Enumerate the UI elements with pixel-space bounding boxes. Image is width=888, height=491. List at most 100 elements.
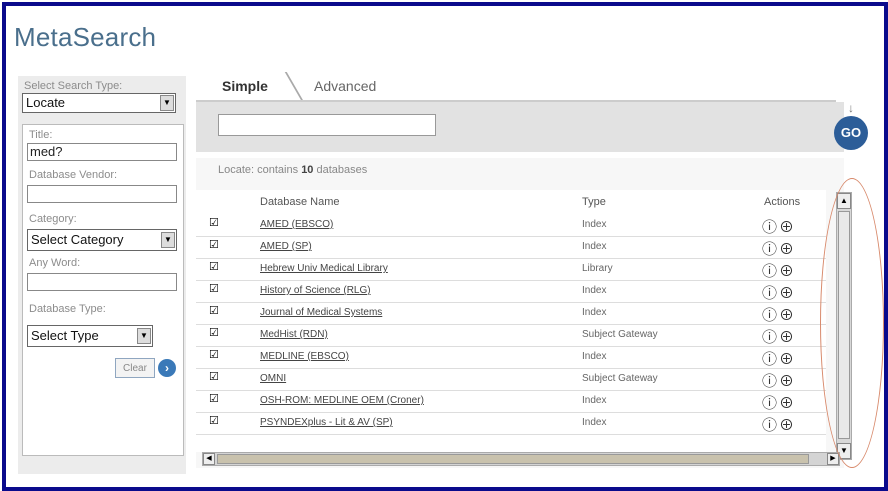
row-actions: ⓘ⊕ xyxy=(762,370,796,391)
add-icon[interactable]: ⊕ xyxy=(779,329,796,346)
info-icon[interactable]: ⓘ xyxy=(762,395,779,412)
table-row: ☑ History of Science (RLG) Index ⓘ⊕ xyxy=(196,280,826,303)
table-row: ☑ AMED (SP) Index ⓘ⊕ xyxy=(196,236,826,259)
results-panel: Locate: contains 10 databases Database N… xyxy=(196,158,844,468)
database-link[interactable]: OMNI xyxy=(260,373,286,384)
database-vendor-field[interactable] xyxy=(27,185,177,203)
category-value: Select Category xyxy=(31,232,124,247)
table-row: ☑ MEDLINE (EBSCO) Index ⓘ⊕ xyxy=(196,346,826,369)
horizontal-scroll-thumb[interactable] xyxy=(217,454,809,464)
database-link[interactable]: Hebrew Univ Medical Library xyxy=(260,263,388,274)
database-type: Index xyxy=(582,241,607,252)
database-type: Library xyxy=(582,263,613,274)
add-icon[interactable]: ⊕ xyxy=(779,219,796,236)
info-icon[interactable]: ⓘ xyxy=(762,329,779,346)
row-actions: ⓘ⊕ xyxy=(762,392,796,413)
table-row: ☑ OSH-ROM: MEDLINE OEM (Croner) Index ⓘ⊕ xyxy=(196,390,826,413)
summary-prefix: Locate: contains xyxy=(218,164,299,176)
row-checkbox[interactable]: ☑ xyxy=(209,350,220,361)
table-row: ☑ PSYNDEXplus - Lit & AV (SP) Index ⓘ⊕ xyxy=(196,412,826,435)
arrow-right-icon[interactable]: › xyxy=(158,359,176,377)
row-checkbox[interactable]: ☑ xyxy=(209,262,220,273)
scroll-left-icon[interactable]: ◀ xyxy=(203,453,215,465)
row-checkbox[interactable]: ☑ xyxy=(209,416,220,427)
table-row: ☑ AMED (EBSCO) Index ⓘ⊕ xyxy=(196,214,826,237)
database-type-value: Select Type xyxy=(31,328,99,343)
row-actions: ⓘ⊕ xyxy=(762,216,796,237)
info-icon[interactable]: ⓘ xyxy=(762,219,779,236)
search-type-label: Select Search Type: xyxy=(24,80,123,92)
database-link[interactable]: AMED (EBSCO) xyxy=(260,219,333,230)
database-type-select[interactable]: Select Type ▼ xyxy=(27,325,153,347)
row-checkbox[interactable]: ☑ xyxy=(209,240,220,251)
category-label: Category: xyxy=(29,213,77,225)
row-actions: ⓘ⊕ xyxy=(762,304,796,325)
info-icon[interactable]: ⓘ xyxy=(762,263,779,280)
database-vendor-label: Database Vendor: xyxy=(29,169,118,181)
row-checkbox[interactable]: ☑ xyxy=(209,306,220,317)
add-icon[interactable]: ⊕ xyxy=(779,395,796,412)
criteria-box: Title: med? Database Vendor: Category: S… xyxy=(22,124,184,456)
database-type: Index xyxy=(582,307,607,318)
header-database-name[interactable]: Database Name xyxy=(260,196,340,208)
arrow-down-icon: ↓ xyxy=(848,101,854,115)
info-icon[interactable]: ⓘ xyxy=(762,307,779,324)
add-icon[interactable]: ⊕ xyxy=(779,285,796,302)
database-type: Index xyxy=(582,351,607,362)
info-icon[interactable]: ⓘ xyxy=(762,351,779,368)
search-criteria-panel: Select Search Type: Locate ▼ Title: med?… xyxy=(18,76,186,474)
tab-bar: Simple Advanced xyxy=(196,68,836,104)
add-icon[interactable]: ⊕ xyxy=(779,241,796,258)
results-summary: Locate: contains 10 databases xyxy=(218,164,367,176)
database-link[interactable]: Journal of Medical Systems xyxy=(260,307,382,318)
scroll-right-icon[interactable]: ▶ xyxy=(827,453,839,465)
window-frame: MetaSearch Select Search Type: Locate ▼ … xyxy=(2,2,888,491)
info-icon[interactable]: ⓘ xyxy=(762,417,779,434)
search-input[interactable] xyxy=(218,114,436,136)
add-icon[interactable]: ⊕ xyxy=(779,307,796,324)
search-type-select[interactable]: Locate ▼ xyxy=(22,93,176,113)
any-word-field[interactable] xyxy=(27,273,177,291)
category-select[interactable]: Select Category ▼ xyxy=(27,229,177,251)
row-checkbox[interactable]: ☑ xyxy=(209,284,220,295)
database-link[interactable]: OSH-ROM: MEDLINE OEM (Croner) xyxy=(260,395,424,406)
database-type: Index xyxy=(582,285,607,296)
info-icon[interactable]: ⓘ xyxy=(762,285,779,302)
table-row: ☑ OMNI Subject Gateway ⓘ⊕ xyxy=(196,368,826,391)
add-icon[interactable]: ⊕ xyxy=(779,417,796,434)
add-icon[interactable]: ⊕ xyxy=(779,351,796,368)
database-type: Subject Gateway xyxy=(582,329,658,340)
horizontal-scrollbar[interactable]: ◀ ▶ xyxy=(202,452,840,466)
chevron-down-icon: ▼ xyxy=(137,328,151,344)
database-type-label: Database Type: xyxy=(29,303,106,315)
database-link[interactable]: MedHist (RDN) xyxy=(260,329,328,340)
row-checkbox[interactable]: ☑ xyxy=(209,328,220,339)
tab-simple[interactable]: Simple xyxy=(222,72,268,100)
clear-button[interactable]: Clear xyxy=(115,358,155,378)
tab-advanced[interactable]: Advanced xyxy=(314,72,376,100)
row-actions: ⓘ⊕ xyxy=(762,282,796,303)
title-field[interactable]: med? xyxy=(27,143,177,161)
table-row: ☑ Hebrew Univ Medical Library Library ⓘ⊕ xyxy=(196,258,826,281)
database-link[interactable]: AMED (SP) xyxy=(260,241,312,252)
row-actions: ⓘ⊕ xyxy=(762,348,796,369)
search-type-value: Locate xyxy=(26,95,66,110)
header-type[interactable]: Type xyxy=(582,196,606,208)
row-checkbox[interactable]: ☑ xyxy=(209,218,220,229)
row-checkbox[interactable]: ☑ xyxy=(209,372,220,383)
row-actions: ⓘ⊕ xyxy=(762,326,796,347)
database-link[interactable]: MEDLINE (EBSCO) xyxy=(260,351,349,362)
database-link[interactable]: PSYNDEXplus - Lit & AV (SP) xyxy=(260,417,393,428)
go-button[interactable]: GO xyxy=(834,116,868,150)
row-actions: ⓘ⊕ xyxy=(762,414,796,435)
row-actions: ⓘ⊕ xyxy=(762,260,796,281)
database-type: Index xyxy=(582,417,607,428)
info-icon[interactable]: ⓘ xyxy=(762,373,779,390)
add-icon[interactable]: ⊕ xyxy=(779,373,796,390)
table-row: ☑ MedHist (RDN) Subject Gateway ⓘ⊕ xyxy=(196,324,826,347)
database-link[interactable]: History of Science (RLG) xyxy=(260,285,371,296)
info-icon[interactable]: ⓘ xyxy=(762,241,779,258)
header-actions: Actions xyxy=(764,196,801,208)
add-icon[interactable]: ⊕ xyxy=(779,263,796,280)
row-checkbox[interactable]: ☑ xyxy=(209,394,220,405)
